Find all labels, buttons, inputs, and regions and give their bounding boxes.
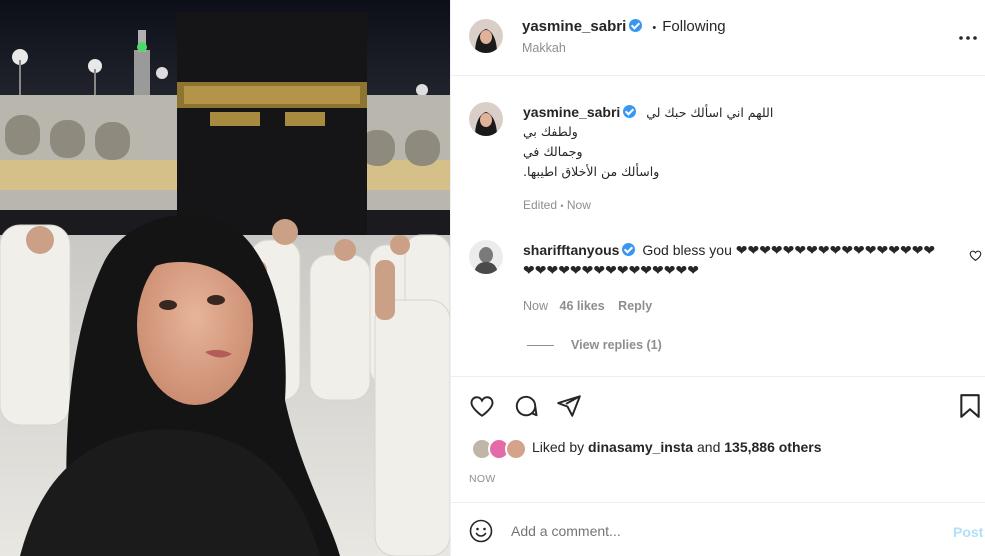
caption-line-3: وجمالك في xyxy=(523,144,583,159)
post-comment-button[interactable]: Post xyxy=(953,524,983,540)
comment-text-line-2: ❤❤❤❤❤❤❤❤❤❤❤❤❤❤❤ xyxy=(523,262,699,278)
verified-badge-icon xyxy=(622,243,636,256)
like-heart-icon[interactable] xyxy=(469,393,495,422)
emoji-smiley-icon[interactable] xyxy=(469,519,493,546)
verified-badge-icon xyxy=(623,105,637,118)
liked-by-avatar-stack xyxy=(471,438,527,460)
post-dialog: yasmine_sabri • Following Makkah yasmine_… xyxy=(0,0,985,556)
post-photo[interactable] xyxy=(0,0,450,556)
caption-line-4: واسألك من الأخلاق اطيبها. xyxy=(523,164,660,179)
caption-line-2: ولطفك بي xyxy=(523,124,578,139)
caption-line-1: اللهم اني اسألك حبك لي xyxy=(646,105,774,120)
comment-meta: Now 46 likes Reply xyxy=(523,299,652,313)
more-options-icon[interactable] xyxy=(958,28,978,51)
comments-section[interactable]: yasmine_sabri اللهم اني اسألك حبك لي ولط… xyxy=(451,76,985,377)
caption-author-avatar[interactable] xyxy=(469,102,503,136)
caption-first-row: yasmine_sabri اللهم اني اسألك حبك لي xyxy=(523,104,773,120)
share-paper-plane-icon[interactable] xyxy=(556,393,582,422)
comment-likes-count[interactable]: 46 likes xyxy=(560,299,605,313)
author-username[interactable]: yasmine_sabri xyxy=(522,18,626,35)
post-details-panel: yasmine_sabri • Following Makkah yasmine_… xyxy=(450,0,985,556)
view-replies-button[interactable]: View replies (1) xyxy=(571,338,662,352)
comment-bubble-icon[interactable] xyxy=(513,393,539,422)
author-avatar[interactable] xyxy=(469,19,503,53)
author-avatar-image xyxy=(469,19,503,53)
post-header: yasmine_sabri • Following Makkah xyxy=(451,0,985,76)
commenter-username[interactable]: sharifftanyous xyxy=(523,242,619,258)
post-actions-section: Liked by dinasamy_insta and 135,886 othe… xyxy=(451,377,985,503)
bookmark-save-icon[interactable] xyxy=(959,393,981,422)
caption-edited-label: Edited xyxy=(523,198,558,212)
caption-username[interactable]: yasmine_sabri xyxy=(523,104,620,120)
post-timestamp[interactable]: NOW xyxy=(469,473,496,485)
add-comment-bar: Post xyxy=(451,503,985,556)
header-separator: • xyxy=(652,22,657,34)
caption-meta: Edited • Now xyxy=(523,198,591,212)
post-location[interactable]: Makkah xyxy=(522,41,566,55)
liked-by-prefix: Liked by xyxy=(532,439,585,455)
comment-reply-button[interactable]: Reply xyxy=(618,299,652,313)
following-button[interactable]: Following xyxy=(662,18,725,35)
view-replies-divider xyxy=(527,345,554,346)
liked-by-and: and xyxy=(697,439,721,455)
liked-by-text: Liked by dinasamy_insta and 135,886 othe… xyxy=(532,439,822,455)
comment-like-heart-icon[interactable] xyxy=(969,249,982,265)
photo-illustration xyxy=(0,0,450,556)
verified-badge-icon xyxy=(629,19,643,32)
comment-time: Now xyxy=(523,299,549,313)
caption-time: Now xyxy=(566,198,591,212)
caption-avatar-image xyxy=(469,102,503,136)
liked-by-others-link[interactable]: 135,886 others xyxy=(724,439,821,455)
liked-by-avatars[interactable] xyxy=(471,438,535,460)
liked-by-user-link[interactable]: dinasamy_insta xyxy=(588,439,693,455)
commenter-avatar-image xyxy=(469,240,503,274)
comment-text-line-1: God bless you ❤❤❤❤❤❤❤❤❤❤❤❤❤❤❤❤❤ xyxy=(642,242,936,258)
comment-first-row: sharifftanyous God bless you ❤❤❤❤❤❤❤❤❤❤❤… xyxy=(523,242,935,259)
caption-meta-separator: • xyxy=(560,201,564,211)
add-comment-input[interactable] xyxy=(511,517,911,545)
commenter-avatar[interactable] xyxy=(469,240,503,274)
